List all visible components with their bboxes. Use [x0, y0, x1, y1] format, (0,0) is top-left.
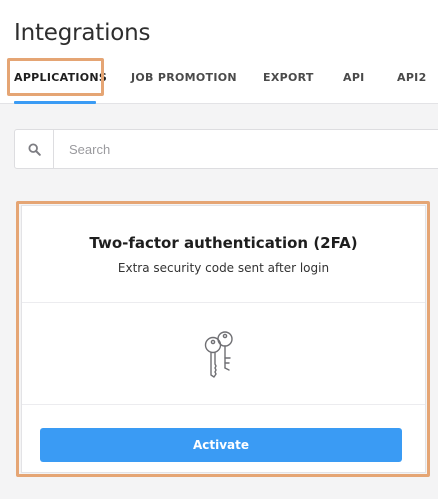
page-title: Integrations: [14, 20, 151, 46]
search-input[interactable]: [55, 130, 438, 168]
tab-export[interactable]: EXPORT: [263, 60, 314, 96]
tab-bar: APPLICATIONS JOB PROMOTION EXPORT API AP…: [0, 60, 438, 104]
search-icon: [27, 142, 41, 156]
activate-button[interactable]: Activate: [40, 428, 402, 462]
page-header: Integrations APPLICATIONS JOB PROMOTION …: [0, 0, 438, 104]
search-button[interactable]: [15, 130, 54, 168]
integration-card-2fa: Two-factor authentication (2FA) Extra se…: [21, 205, 426, 473]
card-title: Two-factor authentication (2FA): [89, 234, 358, 252]
tab-api2[interactable]: API2: [397, 60, 427, 96]
card-subtitle: Extra security code sent after login: [117, 261, 330, 275]
tab-applications[interactable]: APPLICATIONS: [14, 60, 107, 96]
card-divider-bottom: [22, 404, 425, 405]
card-divider-top: [22, 302, 425, 303]
tab-job-promotion[interactable]: JOB PROMOTION: [131, 60, 237, 96]
search-bar: [14, 129, 438, 169]
keys-icon: [204, 331, 233, 378]
tab-api[interactable]: API: [343, 60, 365, 96]
active-tab-indicator: [14, 101, 96, 104]
